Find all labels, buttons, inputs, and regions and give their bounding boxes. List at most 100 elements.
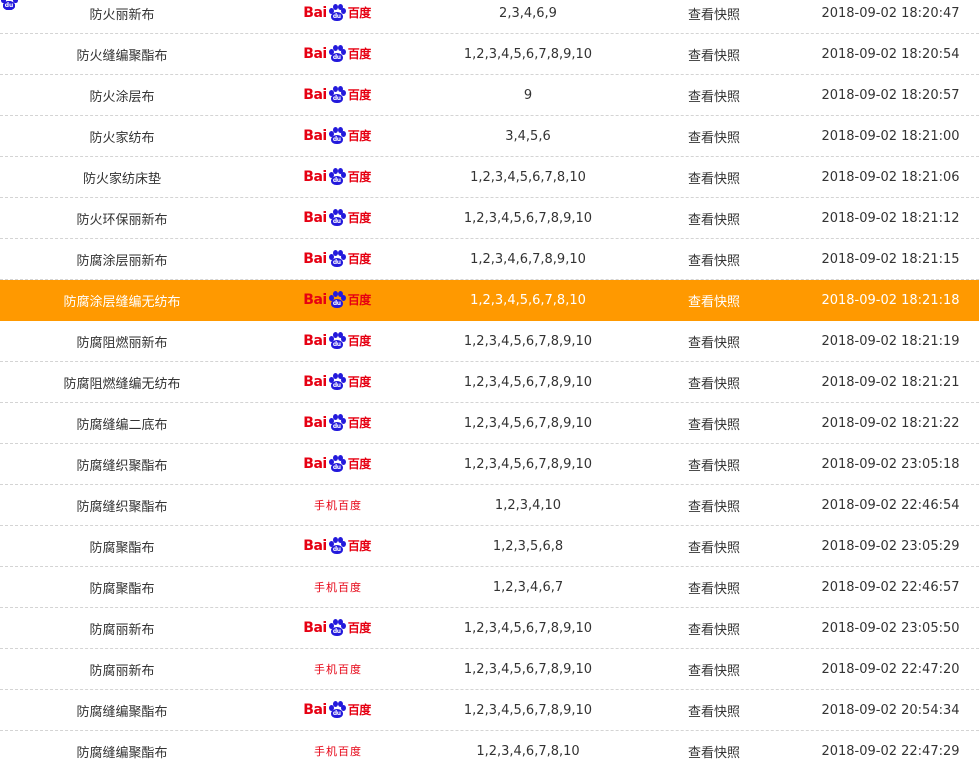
mobile-baidu-label: 手机百度 [314,745,362,758]
baidu-paw-icon: du [328,414,346,432]
engine-cell: Bai du 百度 [244,700,430,720]
table-row: 防腐丽新布 du 手机百度 1,2,3,4,5,6,7,8,9,10 查看快照 … [0,0,979,690]
snapshot-link[interactable]: 查看快照 [626,619,802,638]
table-row: 防腐缝织聚酯布 du 手机百度 1,2,3,4,10 查看快照 2018-09-… [0,0,979,526]
keyword-cell: 防火缝编聚酯布 [76,48,168,64]
keyword-cell: 防火家纺床垫 [82,171,161,187]
engine-cell: Bai du 百度 [244,454,430,474]
snapshot-link[interactable]: 查看快照 [626,4,802,23]
ranking-table: 防火丽新布 Bai du 百度 2,3,4,6,9 查看快照 2018-09-0… [0,0,979,765]
time-cell: 2018-09-02 20:54:34 [821,702,960,718]
baidu-paw-icon: du [328,209,346,227]
keyword-cell: 防腐缝编二底布 [76,417,168,433]
baidu-logo: Bai du 百度 [303,413,372,433]
snapshot-link[interactable]: 查看快照 [626,660,802,679]
table-row: 防腐涂层缝编无纺布 Bai du 百度 1,2,3,4,5,6,7,8,10 查… [0,280,979,321]
baidu-paw-icon: du [328,250,346,268]
baidu-paw-icon: du [328,291,346,309]
engine-cell: Bai du 百度 [244,536,430,556]
snapshot-link[interactable]: 查看快照 [626,578,802,597]
baidu-logo-suffix: 百度 [347,170,372,184]
keyword-cell: 防腐缝织聚酯布 [76,458,168,474]
baidu-logo-suffix: 百度 [347,416,372,430]
baidu-logo: Bai du 百度 [303,536,371,556]
baidu-logo: Bai du 百度 [303,126,371,146]
rank-cell: 1,2,3,4,5,6,7,8,9,10 [463,333,593,349]
baidu-paw-icon: du [328,373,346,391]
rank-cell: 1,2,3,4,5,6,7,8,9,10 [463,210,593,226]
baidu-logo-suffix: 百度 [347,375,372,389]
snapshot-link[interactable]: 查看快照 [626,373,802,392]
baidu-logo-prefix: Bai [303,128,327,144]
snapshot-link[interactable]: 查看快照 [626,496,802,515]
rank-cell: 1,2,3,4,5,6,7,8,10 [470,292,586,308]
engine-cell: Bai du 百度 [244,413,430,433]
snapshot-link[interactable]: 查看快照 [626,168,802,187]
baidu-logo-suffix: 百度 [347,334,372,348]
engine-cell: Bai du 百度 [244,208,430,228]
snapshot-link[interactable]: 查看快照 [626,209,802,228]
baidu-paw-icon: du [328,127,346,145]
rank-cell: 1,2,3,4,5,6,7,8,9,10 [463,702,593,718]
snapshot-link[interactable]: 查看快照 [626,250,802,269]
baidu-logo-suffix: 百度 [347,6,372,20]
baidu-logo: Bai du 百度 [303,618,371,638]
table-row: 防腐阻燃丽新布 Bai du 百度 1,2,3,4,5,6,7,8,9,10 查… [0,321,979,362]
table-row: 防火涂层布 Bai du 百度 9 查看快照 2018-09-02 18:20:… [0,75,979,116]
baidu-logo-prefix: Bai [303,251,327,267]
rank-cell: 9 [523,87,533,103]
table-row: 防火丽新布 Bai du 百度 2,3,4,6,9 查看快照 2018-09-0… [0,0,979,34]
mobile-baidu-logo: du 手机百度 [1,0,362,597]
keyword-cell: 防腐缝织聚酯布 [76,499,168,515]
snapshot-link[interactable]: 查看快照 [626,86,802,105]
keyword-cell: 防腐丽新布 [89,663,155,679]
table-row: 防火缝编聚酯布 Bai du 百度 1,2,3,4,5,6,7,8,9,10 查… [0,34,979,75]
snapshot-link[interactable]: 查看快照 [626,291,802,310]
engine-cell: du 手机百度 [1,0,430,679]
keyword-cell: 防火环保丽新布 [76,212,168,228]
keyword-cell: 防腐缝编聚酯布 [76,704,168,720]
rank-cell: 1,2,3,4,5,6,7,8,9,10 [463,661,593,677]
time-cell: 2018-09-02 18:20:54 [821,46,960,62]
rank-cell: 1,2,3,4,5,6,7,8,9,10 [463,374,593,390]
rank-cell: 1,2,3,4,5,6,7,8,9,10 [463,415,593,431]
table-row: 防腐丽新布 Bai du 百度 1,2,3,4,5,6,7,8,9,10 查看快… [0,608,979,649]
time-cell: 2018-09-02 18:21:12 [821,210,960,226]
snapshot-link[interactable]: 查看快照 [626,414,802,433]
baidu-logo: Bai du 百度 [303,700,371,720]
mobile-baidu-logo: du 手机百度 [1,0,362,515]
baidu-logo-prefix: Bai [303,702,327,718]
time-cell: 2018-09-02 23:05:29 [821,538,960,554]
baidu-logo-prefix: Bai [303,169,327,185]
baidu-logo: Bai du 百度 [303,3,372,23]
baidu-paw-icon: du [328,45,346,63]
snapshot-link[interactable]: 查看快照 [626,127,802,146]
baidu-logo: Bai du 百度 [303,249,372,269]
snapshot-link[interactable]: 查看快照 [626,455,802,474]
snapshot-link[interactable]: 查看快照 [626,742,802,761]
baidu-paw-icon: du [328,701,346,719]
snapshot-link[interactable]: 查看快照 [626,537,802,556]
baidu-logo-prefix: Bai [303,210,327,226]
baidu-paw-icon: du [328,332,346,350]
engine-cell: Bai du 百度 [244,167,430,187]
rank-cell: 1,2,3,4,5,6,7,8,10 [470,169,586,185]
engine-cell: Bai du 百度 [244,249,430,269]
rank-cell: 1,2,3,4,5,6,7,8,9,10 [463,456,593,472]
baidu-paw-icon: du [328,168,346,186]
mobile-baidu-label: 手机百度 [314,499,362,512]
baidu-paw-icon: du [328,86,346,104]
snapshot-link[interactable]: 查看快照 [626,45,802,64]
rank-cell: 2,3,4,6,9 [499,5,557,21]
engine-cell: du 手机百度 [1,0,430,597]
snapshot-link[interactable]: 查看快照 [626,332,802,351]
time-cell: 2018-09-02 23:05:50 [821,620,960,636]
snapshot-link[interactable]: 查看快照 [626,701,802,720]
time-cell: 2018-09-02 22:47:20 [821,661,960,677]
keyword-cell: 防火丽新布 [89,7,155,23]
table-row: 防火家纺床垫 Bai du 百度 1,2,3,4,5,6,7,8,10 查看快照… [0,157,979,198]
baidu-logo-prefix: Bai [303,538,327,554]
baidu-logo-prefix: Bai [303,620,327,636]
baidu-logo-suffix: 百度 [347,252,372,266]
engine-cell: Bai du 百度 [244,85,430,105]
